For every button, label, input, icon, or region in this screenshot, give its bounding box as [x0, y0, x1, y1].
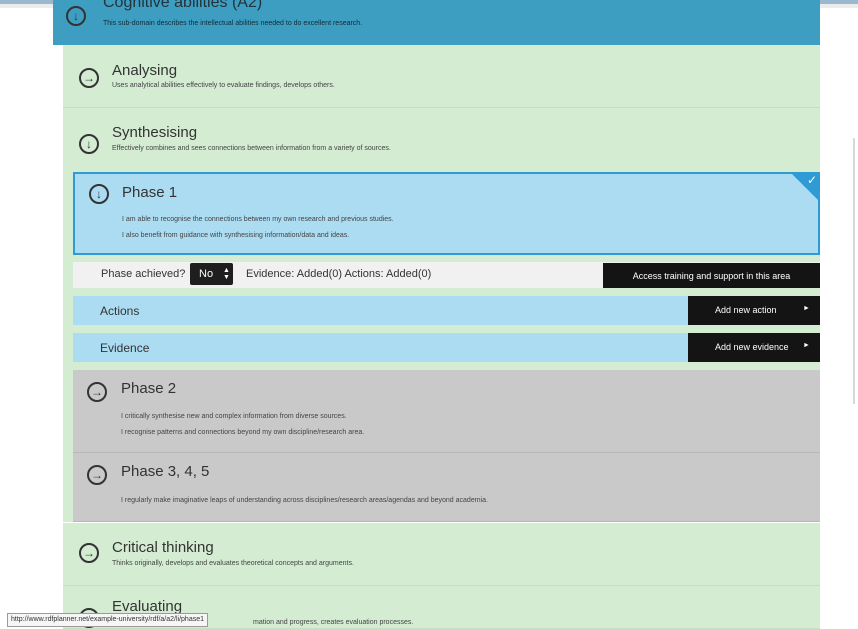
arrow-down-circle-icon[interactable]: ↓ — [79, 134, 99, 154]
descriptor-critical-thinking[interactable]: → Critical thinking Thinks originally, d… — [63, 523, 820, 586]
phase-status-row: Phase achieved? No ▲ ▼ Evidence: Added(0)… — [73, 262, 820, 288]
phase-statement: I am able to recognise the connections b… — [122, 216, 394, 223]
descriptor-title: Synthesising — [112, 124, 198, 141]
subdomain-description: This sub-domain describes the intellectu… — [103, 20, 363, 27]
evidence-label: Evidence — [100, 341, 150, 355]
descriptor-description: mation and progress, creates evaluation … — [253, 619, 414, 626]
link-url-statusbar: http://www.rdfplanner.net/example-univer… — [7, 613, 208, 627]
play-right-icon: ► — [803, 305, 810, 312]
button-label: Add new action — [715, 305, 777, 315]
select-value: No — [199, 268, 214, 280]
arrow-down-circle-icon[interactable]: ↓ — [66, 6, 86, 26]
phase-statement: I recognise patterns and connections bey… — [121, 429, 365, 436]
access-training-button[interactable]: Access training and support in this area — [603, 263, 820, 288]
phase-statement: I regularly make imaginative leaps of un… — [121, 497, 488, 504]
arrow-right-circle-icon[interactable]: → — [87, 465, 107, 485]
phase-statement: I critically synthesise new and complex … — [121, 413, 347, 420]
phase-achieved-select[interactable]: No ▲ ▼ — [190, 263, 233, 285]
descriptor-description: Uses analytical abilities effectively to… — [112, 82, 335, 89]
check-icon: ✓ — [806, 173, 817, 187]
phase-title: Phase 1 — [122, 184, 178, 201]
arrow-right-circle-icon[interactable]: → — [87, 382, 107, 402]
subdomain-header[interactable]: ↓ Cognitive abilities (A2) This sub-doma… — [53, 0, 820, 45]
phase-achieved-label: Phase achieved? — [101, 268, 186, 280]
phase-statement: I also benefit from guidance with synthe… — [122, 232, 350, 239]
descriptor-title: Critical thinking — [112, 539, 214, 556]
subdomain-title: Cognitive abilities (A2) — [103, 0, 263, 11]
add-new-evidence-button[interactable]: Add new evidence ► — [688, 333, 820, 362]
phase-title: Phase 2 — [121, 380, 177, 397]
arrow-right-circle-icon[interactable]: → — [79, 68, 99, 88]
scrollbar-track[interactable] — [853, 138, 855, 404]
actions-label: Actions — [100, 304, 140, 318]
add-new-action-button[interactable]: Add new action ► — [688, 296, 820, 325]
phase-3-4-5-card[interactable]: → Phase 3, 4, 5 I regularly make imagina… — [73, 453, 820, 522]
updown-arrows-icon: ▲ ▼ — [223, 267, 230, 281]
descriptor-title: Analysing — [112, 62, 178, 79]
evidence-bar[interactable]: Evidence Add new evidence ► — [73, 333, 820, 362]
phase-2-card[interactable]: → Phase 2 I critically synthesise new an… — [73, 370, 820, 453]
descriptor-analysing[interactable]: → Analysing Uses analytical abilities ef… — [63, 45, 820, 108]
descriptor-description: Thinks originally, develops and evaluate… — [112, 560, 354, 567]
button-label: Add new evidence — [715, 342, 789, 352]
actions-bar[interactable]: Actions Add new action ► — [73, 296, 820, 325]
play-right-icon: ► — [803, 342, 810, 349]
descriptor-description: Effectively combines and sees connection… — [112, 145, 391, 152]
descriptor-synthesising[interactable]: ↓ Synthesising Effectively combines and … — [63, 108, 820, 171]
phase-1-card[interactable]: ↓ Phase 1 I am able to recognise the con… — [73, 172, 820, 255]
arrow-down-circle-icon[interactable]: ↓ — [89, 184, 109, 204]
evidence-actions-count: Evidence: Added(0) Actions: Added(0) — [246, 268, 432, 280]
phase-title: Phase 3, 4, 5 — [121, 463, 210, 480]
arrow-right-circle-icon[interactable]: → — [79, 543, 99, 563]
